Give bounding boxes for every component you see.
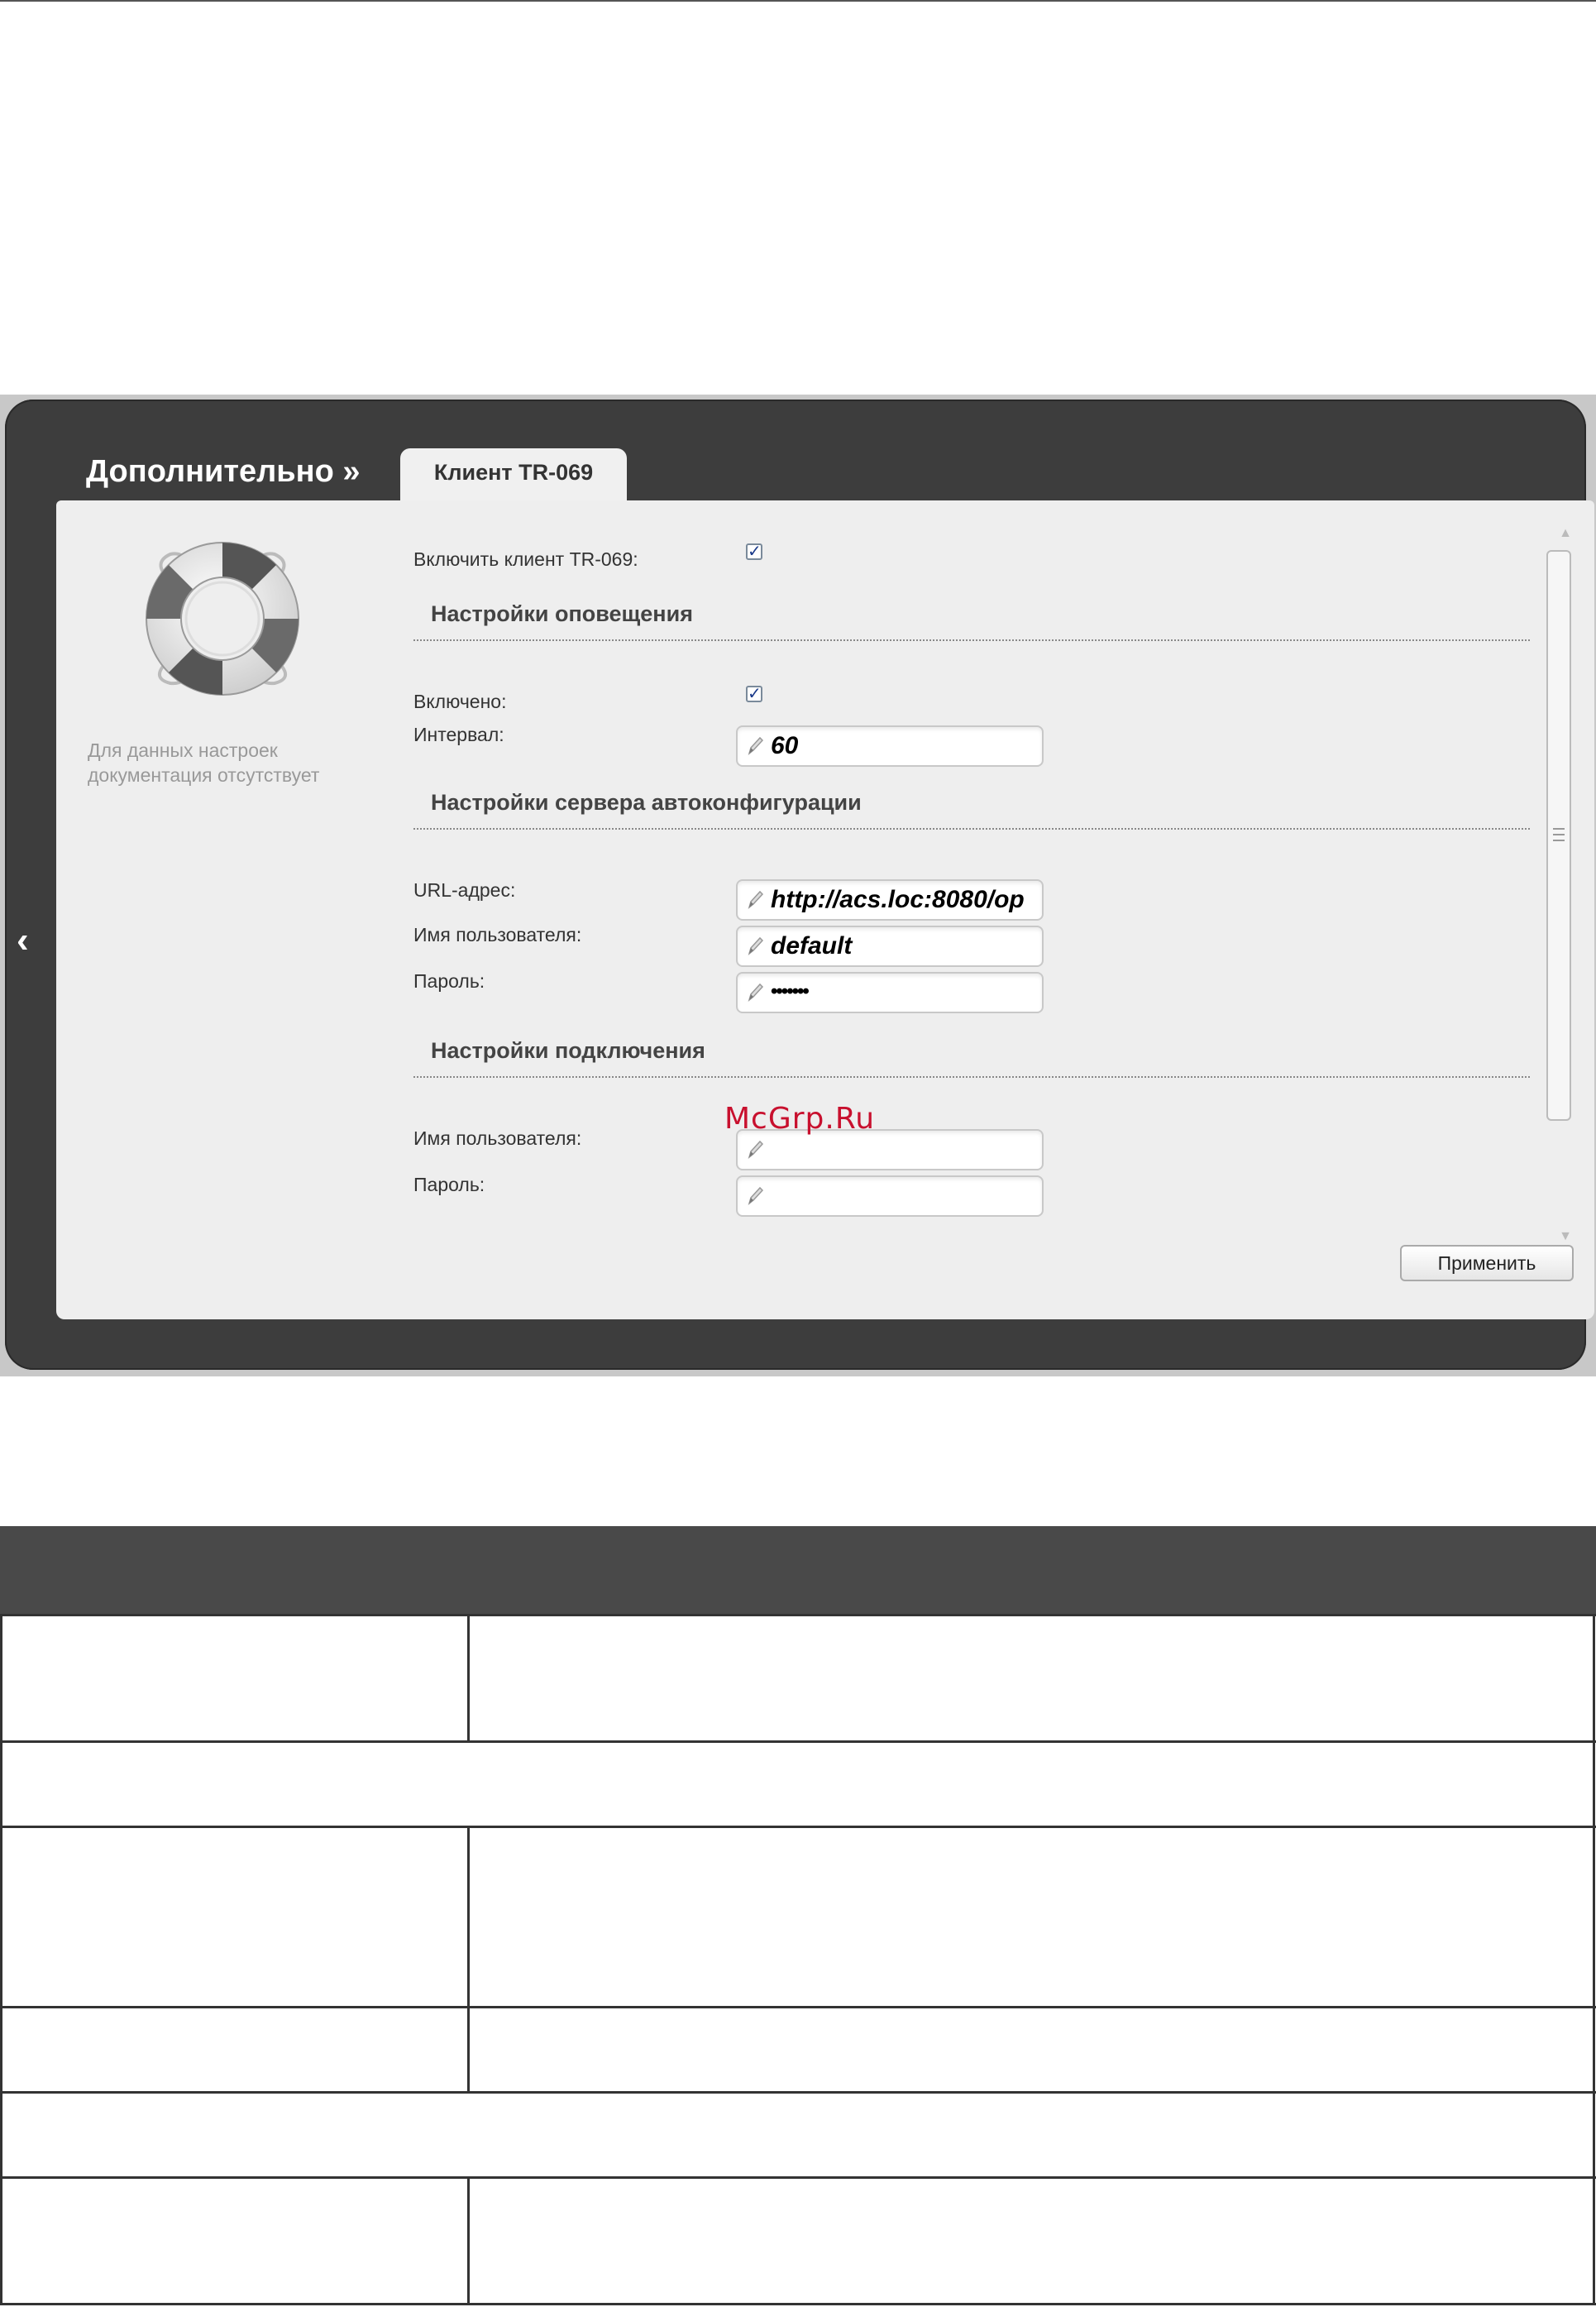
interval-input[interactable]: 60 [736, 725, 1044, 767]
table-row-border [0, 1614, 1596, 1616]
acs-username-label: Имя пользователя: [413, 924, 582, 945]
interval-value: 60 [771, 732, 799, 759]
grip-icon [1553, 828, 1565, 841]
url-value: http://acs.loc:8080/op [771, 886, 1025, 913]
tab-tr069-client[interactable]: Клиент TR-069 [400, 448, 627, 506]
notification-settings-header: Настройки оповещения [431, 601, 693, 626]
acs-settings-header: Настройки сервера автоконфигурации [431, 790, 862, 815]
table-row-border [0, 1826, 1596, 1828]
checkmark-icon: ✓ [748, 543, 762, 561]
notification-enabled-label: Включено: [413, 691, 507, 712]
connection-password-label: Пароль: [413, 1174, 485, 1195]
connection-password-input[interactable] [736, 1175, 1044, 1217]
enable-client-checkbox[interactable]: ✓ [746, 543, 762, 560]
help-text-line: документация отсутствует [88, 764, 320, 786]
url-input[interactable]: http://acs.loc:8080/op [736, 879, 1044, 921]
chevron-left-icon[interactable]: ‹ [17, 922, 41, 959]
acs-username-value: default [771, 932, 853, 960]
acs-password-value: ••••••• [771, 980, 810, 1003]
scroll-up-icon[interactable]: ▲ [1553, 525, 1578, 542]
divider [413, 828, 1530, 830]
notification-enabled-checkbox[interactable]: ✓ [746, 686, 762, 702]
enable-client-label: Включить клиент TR-069: [413, 548, 638, 570]
url-label: URL-адрес: [413, 879, 516, 901]
connection-username-label: Имя пользователя: [413, 1127, 582, 1149]
page-top-rule [0, 0, 1596, 2]
checkmark-icon: ✓ [748, 685, 762, 703]
table-row-border [0, 2176, 1596, 2179]
divider [413, 639, 1530, 641]
pencil-icon [748, 890, 764, 910]
acs-password-label: Пароль: [413, 970, 485, 992]
help-text-line: Для данных настроек [88, 739, 278, 761]
pencil-icon [748, 1186, 764, 1206]
lifebuoy-icon [146, 542, 299, 696]
table-header [0, 1526, 1596, 1614]
scroll-down-icon[interactable]: ▼ [1553, 1228, 1578, 1245]
connection-settings-header: Настройки подключения [431, 1038, 705, 1063]
apply-button[interactable]: Применить [1400, 1245, 1574, 1281]
table-column-divider [467, 1826, 470, 2091]
divider [413, 1076, 1530, 1078]
interval-label: Интервал: [413, 724, 504, 745]
watermark: McGrp.Ru [724, 1102, 876, 1136]
table-row-border [0, 1740, 1596, 1743]
table-border-right [1593, 1614, 1595, 2305]
help-text: Для данных настроек документация отсутст… [88, 738, 385, 787]
table-row-border [0, 2303, 1596, 2305]
app-window: Дополнительно » Клиент TR-069 ‹ Для данн… [5, 400, 1594, 1370]
acs-username-input[interactable]: default [736, 926, 1044, 967]
table-row-border [0, 2091, 1596, 2094]
pencil-icon [748, 736, 764, 756]
router-ui-screenshot: Дополнительно » Клиент TR-069 ‹ Для данн… [0, 395, 1596, 1376]
pencil-icon [748, 983, 764, 1003]
table-row-border [0, 2006, 1596, 2008]
pencil-icon [748, 1140, 764, 1160]
table-column-divider [467, 1614, 470, 1742]
content-panel: Для данных настроек документация отсутст… [56, 500, 1594, 1319]
scrollbar-thumb[interactable] [1546, 550, 1571, 1121]
pencil-icon [748, 936, 764, 956]
section-title: Дополнительно » [86, 454, 361, 489]
table-border-left [0, 1614, 2, 2305]
acs-password-input[interactable]: ••••••• [736, 972, 1044, 1013]
table-column-divider [467, 2176, 470, 2305]
